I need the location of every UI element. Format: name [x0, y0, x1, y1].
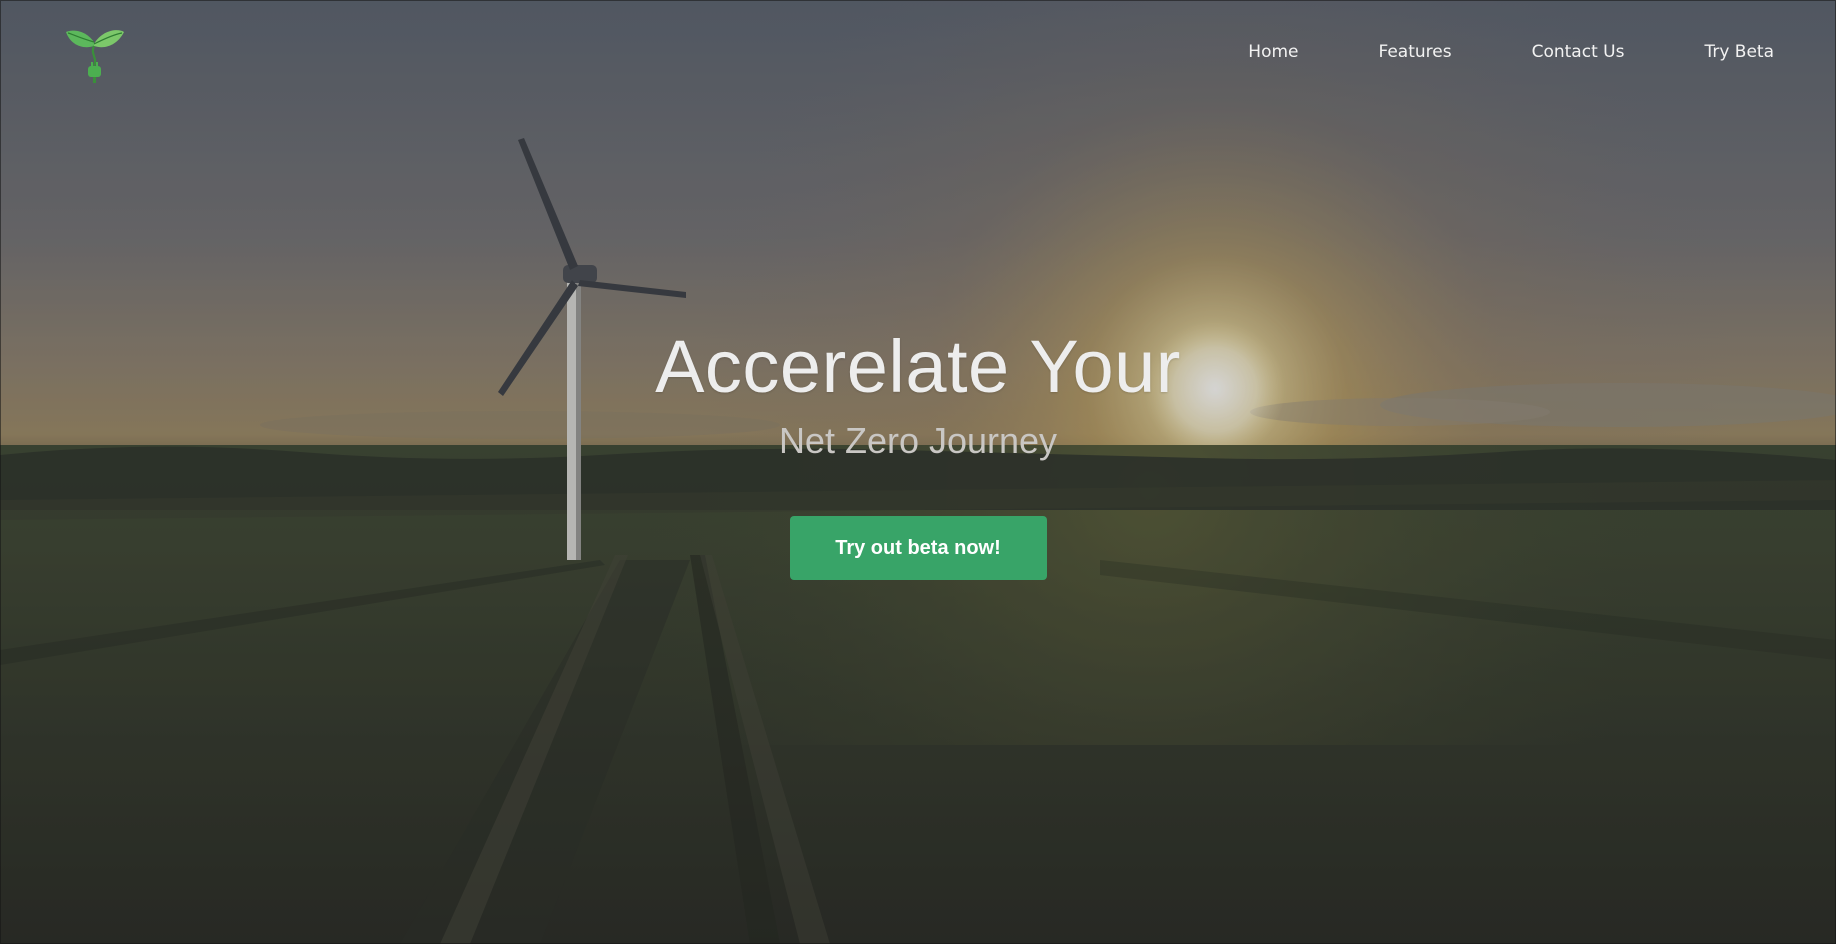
nav-features-link[interactable]: Features — [1378, 42, 1451, 62]
leaf-plug-icon — [66, 30, 124, 83]
logo[interactable] — [64, 24, 126, 86]
nav-try-beta-link[interactable]: Try Beta — [1704, 42, 1774, 62]
hero-title: Accerelate Your — [655, 325, 1181, 408]
hero-subtitle: Net Zero Journey — [778, 420, 1058, 461]
nav-contact-link[interactable]: Contact Us — [1532, 42, 1625, 62]
navbar: Home Features Contact Us Try Beta — [0, 0, 1836, 110]
hero-content: Accerelate Your Net Zero Journey Try out… — [0, 322, 1836, 580]
nav-links: Home Features Contact Us Try Beta — [1248, 42, 1774, 62]
try-beta-button[interactable]: Try out beta now! — [789, 516, 1047, 580]
hero-section: Home Features Contact Us Try Beta Accere… — [0, 0, 1836, 944]
nav-home-link[interactable]: Home — [1248, 42, 1298, 62]
